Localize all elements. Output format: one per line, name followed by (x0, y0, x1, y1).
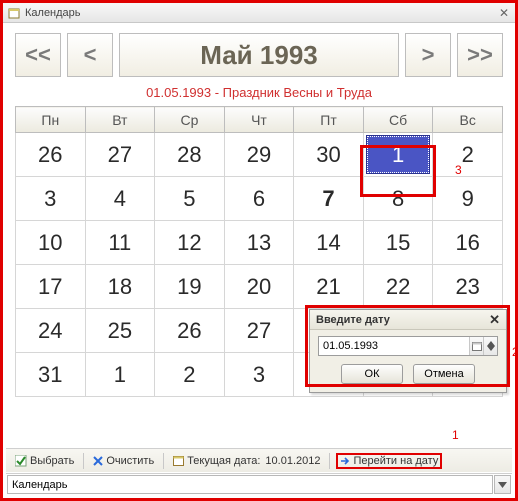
check-icon (15, 455, 27, 467)
toolbar-clear-label: Очистить (106, 455, 154, 467)
clear-icon (93, 456, 103, 466)
date-input-wrapper (318, 336, 498, 356)
annotation-3: 3 (455, 163, 462, 177)
calendar-day[interactable]: 3 (16, 177, 86, 221)
calendar-day[interactable]: 26 (155, 309, 225, 353)
calendar-day[interactable]: 28 (155, 133, 225, 177)
dialog-title: Введите дату (316, 314, 390, 326)
calendar-day[interactable]: 26 (16, 133, 86, 177)
date-picker-button[interactable] (469, 337, 483, 355)
dialog-titlebar: Введите дату ✕ (310, 310, 506, 330)
dialog-ok-button[interactable]: ОК (341, 364, 403, 384)
toolbar-today[interactable]: Текущая дата: 10.01.2012 (170, 454, 323, 468)
calendar-day[interactable]: 18 (85, 265, 155, 309)
toolbar-select[interactable]: Выбрать (12, 454, 77, 468)
weekday-header: Пн (16, 107, 86, 133)
month-label[interactable]: Май 1993 (119, 33, 399, 77)
footer-combo-row: Календарь (6, 473, 512, 495)
footer-combo-dropdown[interactable] (494, 475, 511, 494)
prev-month-button[interactable]: < (67, 33, 113, 77)
calendar-day[interactable]: 31 (16, 353, 86, 397)
holiday-line: 01.05.1993 - Праздник Весны и Труда (15, 77, 503, 106)
calendar-day[interactable]: 22 (363, 265, 433, 309)
calendar-day[interactable]: 2 (433, 133, 503, 177)
toolbar-goto-date[interactable]: Перейти на дату (336, 453, 442, 469)
toolbar-today-label: Текущая дата: (187, 455, 260, 467)
weekday-header: Пт (294, 107, 364, 133)
dialog-close-button[interactable]: ✕ (489, 312, 500, 328)
calendar-day[interactable]: 27 (85, 133, 155, 177)
weekday-header: Сб (363, 107, 433, 133)
calendar-day[interactable]: 16 (433, 221, 503, 265)
calendar-day[interactable]: 11 (85, 221, 155, 265)
weekday-header: Чт (224, 107, 294, 133)
next-year-button[interactable]: >> (457, 33, 503, 77)
calendar-day[interactable]: 13 (224, 221, 294, 265)
window-close-button[interactable]: ✕ (497, 6, 511, 20)
calendar-day[interactable]: 19 (155, 265, 225, 309)
next-month-button[interactable]: > (405, 33, 451, 77)
calendar-day[interactable]: 14 (294, 221, 364, 265)
calendar-day[interactable]: 9 (433, 177, 503, 221)
date-input[interactable] (319, 337, 469, 355)
date-spinner[interactable] (483, 337, 497, 355)
calendar-day[interactable]: 27 (224, 309, 294, 353)
calendar-day[interactable]: 15 (363, 221, 433, 265)
separator (163, 453, 164, 469)
calendar-day[interactable]: 4 (85, 177, 155, 221)
toolbar-goto-label: Перейти на дату (353, 455, 438, 467)
weekday-header: Вт (85, 107, 155, 133)
footer-combo[interactable]: Календарь (7, 475, 493, 494)
calendar-day[interactable]: 29 (224, 133, 294, 177)
calendar-day[interactable]: 21 (294, 265, 364, 309)
calendar-day[interactable]: 8 (363, 177, 433, 221)
annotation-1: 1 (452, 428, 459, 442)
calendar-day[interactable]: 20 (224, 265, 294, 309)
window-title: Календарь (25, 7, 497, 19)
weekday-header: Вс (433, 107, 503, 133)
separator (329, 453, 330, 469)
calendar-day[interactable]: 25 (85, 309, 155, 353)
calendar-icon (173, 455, 184, 466)
goto-icon (340, 456, 350, 466)
dialog-cancel-button[interactable]: Отмена (413, 364, 475, 384)
footer-combo-value: Календарь (12, 479, 68, 491)
calendar-day[interactable]: 17 (16, 265, 86, 309)
calendar-day[interactable]: 24 (16, 309, 86, 353)
calendar-day[interactable]: 23 (433, 265, 503, 309)
separator (83, 453, 84, 469)
prev-year-button[interactable]: << (15, 33, 61, 77)
toolbar: Выбрать Очистить Текущая дата: 10.01.201… (6, 448, 512, 472)
calendar-day[interactable]: 12 (155, 221, 225, 265)
calendar-day[interactable]: 10 (16, 221, 86, 265)
titlebar: Календарь ✕ (3, 3, 515, 23)
calendar-day[interactable]: 2 (155, 353, 225, 397)
goto-date-dialog: Введите дату ✕ ОК Отмена (309, 309, 507, 393)
calendar-day[interactable]: 6 (224, 177, 294, 221)
toolbar-today-value: 10.01.2012 (265, 455, 320, 467)
weekday-header: Ср (155, 107, 225, 133)
calendar-day[interactable]: 1 (363, 133, 433, 177)
calendar-day[interactable]: 3 (224, 353, 294, 397)
toolbar-clear[interactable]: Очистить (90, 454, 157, 468)
app-window: Календарь ✕ << < Май 1993 > >> 01.05.199… (0, 0, 518, 501)
calendar-day[interactable]: 1 (85, 353, 155, 397)
annotation-2: 2 (512, 345, 518, 359)
calendar-day[interactable]: 30 (294, 133, 364, 177)
calendar-day[interactable]: 7 (294, 177, 364, 221)
calendar-day[interactable]: 5 (155, 177, 225, 221)
month-nav: << < Май 1993 > >> (15, 33, 503, 77)
toolbar-select-label: Выбрать (30, 455, 74, 467)
app-icon (7, 6, 21, 20)
